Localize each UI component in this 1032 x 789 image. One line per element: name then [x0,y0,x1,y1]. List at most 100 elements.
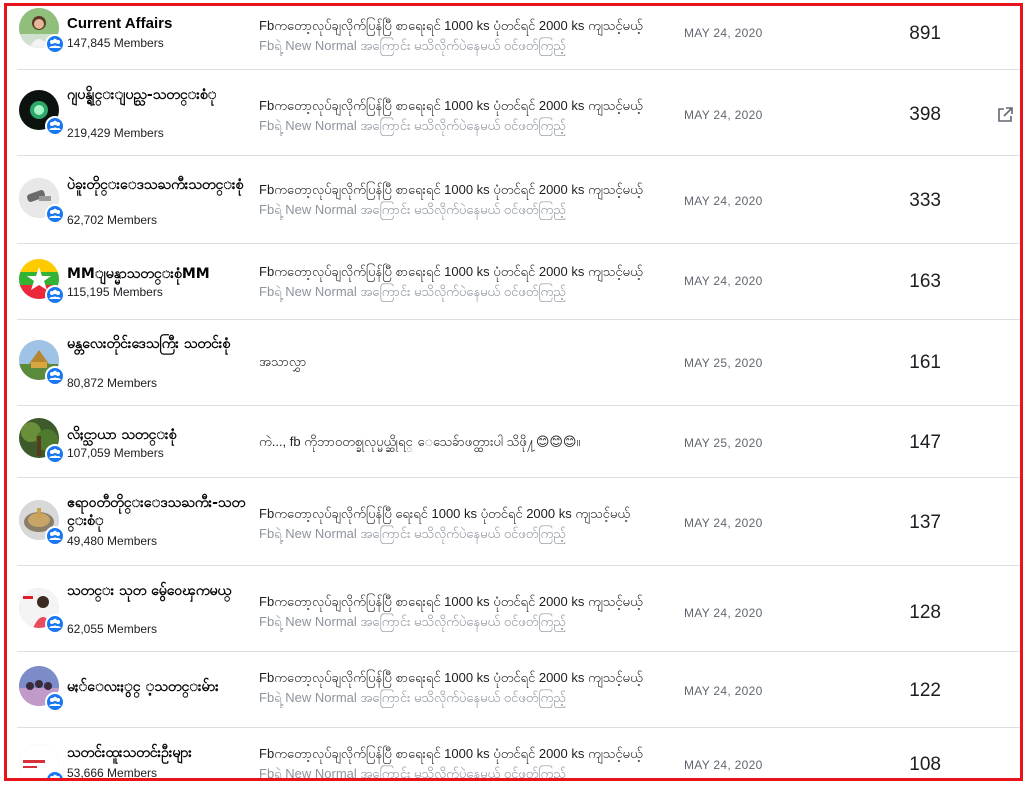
results-panel: Current Affairs 147,845 Members Fbကတော့လုပ… [4,3,1023,781]
group-avatar[interactable] [19,588,65,634]
group-row[interactable]: Current Affairs 147,845 Members Fbကတော့လုပ… [17,6,1020,70]
post-date: MAY 25, 2020 [684,436,763,450]
group-badge-icon [45,692,65,712]
post-date: MAY 25, 2020 [684,356,763,370]
group-post-list: Current Affairs 147,845 Members Fbကတော့လုပ… [7,6,1020,778]
post-text-line-1: Fbကတော့လုပ်ချလိုက်ပြန်ပြီ စာရေးရင် 1000 … [259,18,643,33]
member-count: 147,845 Members [67,36,164,50]
group-avatar[interactable] [19,90,65,136]
post-text-line-1: ကဲ..., fb ကိုဘာဝတစ္ခုလုပ္မယ္ဆိုရင္ ေသေခ်… [259,434,581,449]
post-text-line-1: Fbကတော့လုပ်ချလိုက်ပြန်ပြီ ရေးရင် 1000 ks… [259,506,630,521]
group-row[interactable]: ဧရာဝတီတိုင္းေဒသႀကီး-သတင္းစံု 49,480 Membe… [17,478,1020,566]
group-badge-icon [45,366,65,386]
member-count: 107,059 Members [67,446,164,460]
post-preview[interactable]: Fbကတော့လုပ်ချလိုက်ပြန်ပြီ စာရေးရင် 1000 … [259,96,679,136]
external-link-icon[interactable] [996,106,1014,124]
group-row[interactable]: ဂျပန္ရိုင္းျပည္သ-သတင္းစံု 219,429 Members… [17,70,1020,156]
group-badge-icon [45,204,65,224]
group-name-link[interactable]: ဂျပန္ရိုင္းျပည္သ-သတင္းစံု [67,86,253,104]
group-badge-icon [45,116,65,136]
post-date: MAY 24, 2020 [684,606,763,620]
member-count: 49,480 Members [67,534,158,548]
group-badge-icon [45,770,65,778]
member-count: 53,666 Members [67,766,158,780]
post-date: MAY 24, 2020 [684,26,763,40]
group-avatar[interactable] [19,8,65,54]
post-text-line-2: Fbရဲ့ New Normal အကြောင်း မသိလိုက်ပဲနေမယ… [259,526,566,541]
post-date: MAY 24, 2020 [684,194,763,208]
group-avatar[interactable] [19,744,65,778]
interaction-count: 128 [909,602,941,623]
post-preview[interactable]: Fbကတော့လုပ်ချလိုက်ပြန်ပြီ စာရေးရင် 1000 … [259,744,679,781]
post-text-line-1: Fbကတော့လုပ်ချလိုက်ပြန်ပြီ စာရေးရင် 1000 … [259,594,643,609]
post-text-line-2: Fbရဲ့ New Normal အကြောင်း မသိလိုက်ပဲနေမယ… [259,38,566,53]
post-text-line-1: အသာလွှာ [259,354,307,369]
member-count: 62,055 Members [67,622,158,636]
group-avatar[interactable] [19,500,65,546]
post-date: MAY 24, 2020 [684,108,763,122]
member-count: 80,872 Members [67,376,158,390]
interaction-count: 147 [909,432,941,453]
group-avatar[interactable] [19,340,65,386]
post-date: MAY 24, 2020 [684,516,763,530]
post-text-line-2: Fbရဲ့ New Normal အကြောင်း မသိလိုက်ပဲနေမယ… [259,202,566,217]
post-text-line-1: Fbကတော့လုပ်ချလိုက်ပြန်ပြီ စာရေးရင် 1000 … [259,746,643,761]
post-date: MAY 24, 2020 [684,758,763,772]
group-name-link[interactable]: Current Affairs [67,15,253,33]
post-preview[interactable]: ကဲ..., fb ကိုဘာဝတစ္ခုလုပ္မယ္ဆိုရင္ ေသေခ်… [259,432,679,452]
group-row[interactable]: သတင္း သုတ မ်ွေဝေၾကမယ္ 62,055 Members Fbကတေ… [17,566,1020,652]
group-badge-icon [45,444,65,464]
group-name-link[interactable]: သတင္း သုတ မ်ွေဝေၾကမယ္ [67,582,253,600]
group-row[interactable]: မႏၲေလးႏွင္ ့သတင္းမ်ား Fbကတော့လုပ်ချလိုက်ပ… [17,652,1020,728]
post-text-line-2: Fbရဲ့ New Normal အကြောင်း မသိလိုက်ပဲနေမယ… [259,690,566,705]
interaction-count: 137 [909,512,941,533]
member-count: 62,702 Members [67,213,158,227]
group-name-link[interactable]: မႏၲေလးႏွင္ ့သတင္းမ်ား [67,678,253,696]
post-preview[interactable]: အသာလွှာ [259,352,679,372]
group-badge-icon [45,614,65,634]
group-row[interactable]: MMျမန္မာသတင္းစုံMM 115,195 Members Fbကတော့… [17,244,1020,320]
group-row[interactable]: သတင်းထူးသတင်းဦးများ 53,666 Members Fbကတော့… [17,728,1020,781]
group-avatar[interactable] [19,178,65,224]
post-text-line-2: Fbရဲ့ New Normal အကြောင်း မသိလိုက်ပဲနေမယ… [259,766,566,781]
group-avatar[interactable] [19,666,65,712]
interaction-count: 122 [909,680,941,701]
post-text-line-1: Fbကတော့လုပ်ချလိုက်ပြန်ပြီ စာရေးရင် 1000 … [259,98,643,113]
group-badge-icon [45,526,65,546]
post-text-line-1: Fbကတော့လုပ်ချလိုက်ပြန်ပြီ စာရေးရင် 1000 … [259,264,643,279]
group-name-link[interactable]: သတင်းထူးသတင်းဦးများ [67,744,253,762]
post-date: MAY 24, 2020 [684,274,763,288]
member-count: 219,429 Members [67,126,164,140]
post-preview[interactable]: Fbကတော့လုပ်ချလိုက်ပြန်ပြီ စာရေးရင် 1000 … [259,262,679,302]
group-name-link[interactable]: မန္တလေးတိုင်းဒေသကြီး သတင်းစုံ [67,335,253,353]
interaction-count: 891 [909,23,941,44]
post-preview[interactable]: Fbကတော့လုပ်ချလိုက်ပြန်ပြီ စာရေးရင် 1000 … [259,668,679,708]
group-avatar[interactable] [19,259,65,305]
post-preview[interactable]: Fbကတော့လုပ်ချလိုက်ပြန်ပြီ စာရေးရင် 1000 … [259,592,679,632]
post-text-line-2: Fbရဲ့ New Normal အကြောင်း မသိလိုက်ပဲနေမယ… [259,614,566,629]
group-badge-icon [45,285,65,305]
post-text-line-1: Fbကတော့လုပ်ချလိုက်ပြန်ပြီ စာရေးရင် 1000 … [259,670,643,685]
post-preview[interactable]: Fbကတော့လုပ်ချလိုက်ပြန်ပြီ ရေးရင် 1000 ks… [259,504,679,544]
group-row[interactable]: ပဲခူးတိုင္းေဒသႀကီးသတင္းစုံ 62,702 Members… [17,156,1020,244]
group-avatar[interactable] [19,418,65,464]
group-name-link[interactable]: MMျမန္မာသတင္းစုံMM [67,265,253,283]
group-badge-icon [45,34,65,54]
interaction-count: 161 [909,352,941,373]
interaction-count: 333 [909,190,941,211]
post-date: MAY 24, 2020 [684,684,763,698]
member-count: 115,195 Members [67,285,163,299]
post-text-line-2: Fbရဲ့ New Normal အကြောင်း မသိလိုက်ပဲနေမယ… [259,118,566,133]
group-row[interactable]: မန္တလေးတိုင်းဒေသကြီး သတင်းစုံ 80,872 Memb… [17,320,1020,406]
group-name-link[interactable]: ပဲခူးတိုင္းေဒသႀကီးသတင္းစုံ [67,176,253,194]
group-row[interactable]: လိႈင္သာယာ သတင္းစုံ 107,059 Members ကဲ..., … [17,406,1020,478]
post-preview[interactable]: Fbကတော့လုပ်ချလိုက်ပြန်ပြီ စာရေးရင် 1000 … [259,16,679,56]
post-text-line-2: Fbရဲ့ New Normal အကြောင်း မသိလိုက်ပဲနေမယ… [259,284,566,299]
interaction-count: 108 [909,754,941,775]
interaction-count: 163 [909,271,941,292]
post-preview[interactable]: Fbကတော့လုပ်ချလိုက်ပြန်ပြီ စာရေးရင် 1000 … [259,180,679,220]
group-name-link[interactable]: ဧရာဝတီတိုင္းေဒသႀကီး-သတင္းစံု [67,494,253,530]
interaction-count: 398 [909,104,941,125]
post-text-line-1: Fbကတော့လုပ်ချလိုက်ပြန်ပြီ စာရေးရင် 1000 … [259,182,643,197]
group-name-link[interactable]: လိႈင္သာယာ သတင္းစုံ [67,426,253,444]
